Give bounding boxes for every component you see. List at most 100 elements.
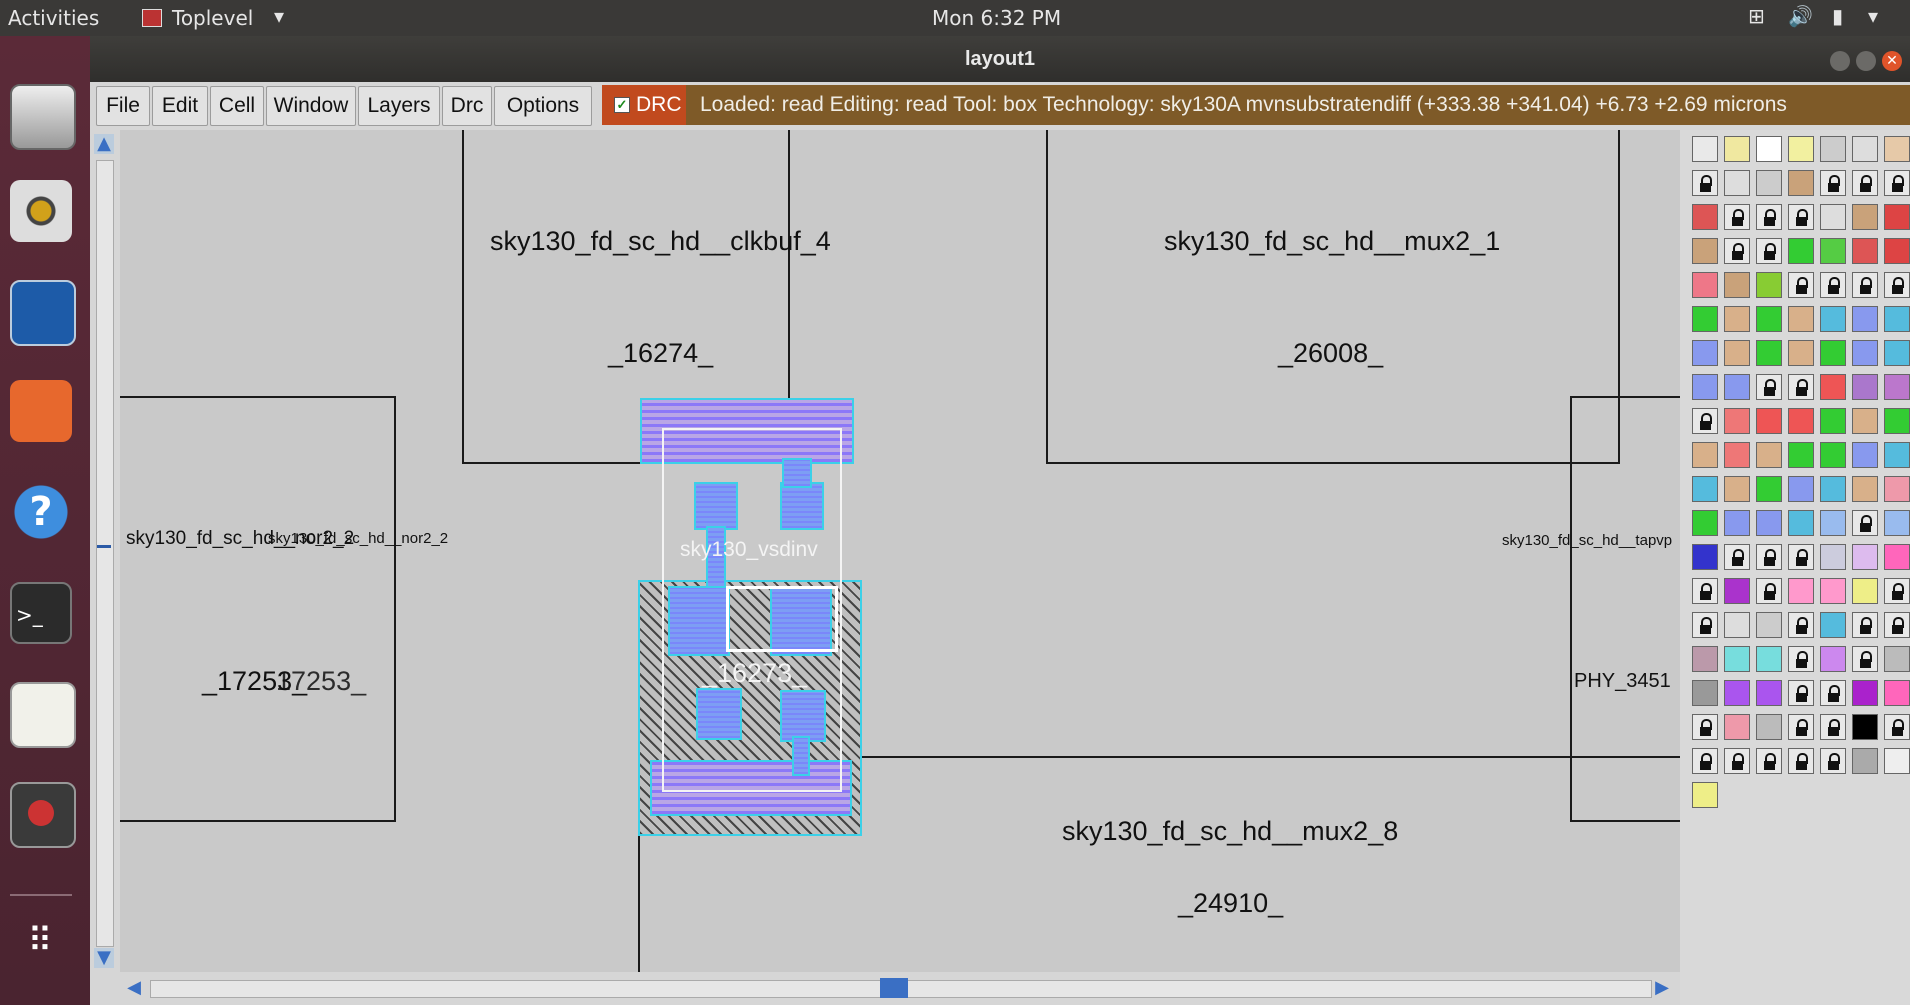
layer-tile[interactable] bbox=[1692, 136, 1718, 162]
layer-tile[interactable] bbox=[1852, 306, 1878, 332]
text-editor-icon[interactable] bbox=[10, 682, 76, 748]
layer-tile[interactable] bbox=[1820, 442, 1846, 468]
layer-lock-icon[interactable] bbox=[1724, 748, 1750, 774]
xterm-icon[interactable] bbox=[10, 782, 76, 848]
layer-tile[interactable] bbox=[1820, 646, 1846, 672]
scroll-down-icon[interactable]: ▼ bbox=[94, 948, 114, 968]
layer-tile[interactable] bbox=[1756, 170, 1782, 196]
layer-tile[interactable] bbox=[1692, 238, 1718, 264]
layer-tile[interactable] bbox=[1884, 374, 1910, 400]
close-icon[interactable]: ✕ bbox=[1882, 51, 1902, 71]
layer-tile[interactable] bbox=[1788, 442, 1814, 468]
layer-lock-icon[interactable] bbox=[1692, 612, 1718, 638]
layer-lock-icon[interactable] bbox=[1692, 408, 1718, 434]
layer-tile[interactable] bbox=[1820, 476, 1846, 502]
maximize-icon[interactable] bbox=[1856, 51, 1876, 71]
layer-lock-icon[interactable] bbox=[1756, 204, 1782, 230]
layer-lock-icon[interactable] bbox=[1788, 714, 1814, 740]
layer-tile[interactable] bbox=[1884, 544, 1910, 570]
app-menu-label[interactable]: Toplevel bbox=[172, 6, 253, 30]
layer-tile[interactable] bbox=[1788, 238, 1814, 264]
layer-lock-icon[interactable] bbox=[1724, 238, 1750, 264]
layer-tile[interactable] bbox=[1756, 136, 1782, 162]
menu-file[interactable]: File bbox=[96, 86, 150, 126]
layer-tile[interactable] bbox=[1692, 680, 1718, 706]
layer-tile[interactable] bbox=[1756, 340, 1782, 366]
layer-lock-icon[interactable] bbox=[1884, 578, 1910, 604]
layer-lock-icon[interactable] bbox=[1820, 272, 1846, 298]
layer-tile[interactable] bbox=[1724, 680, 1750, 706]
layer-tile[interactable] bbox=[1692, 272, 1718, 298]
layer-tile[interactable] bbox=[1852, 680, 1878, 706]
layer-tile[interactable] bbox=[1852, 714, 1878, 740]
layer-lock-icon[interactable] bbox=[1820, 170, 1846, 196]
drc-toggle[interactable]: ✓ DRC bbox=[602, 85, 686, 125]
menu-window[interactable]: Window bbox=[266, 86, 356, 126]
layer-tile[interactable] bbox=[1724, 578, 1750, 604]
layer-tile[interactable] bbox=[1756, 272, 1782, 298]
layer-tile[interactable] bbox=[1820, 306, 1846, 332]
layer-tile[interactable] bbox=[1756, 612, 1782, 638]
layer-tile[interactable] bbox=[1756, 408, 1782, 434]
layer-lock-icon[interactable] bbox=[1788, 612, 1814, 638]
layer-tile[interactable] bbox=[1756, 510, 1782, 536]
horizontal-scroll-thumb[interactable] bbox=[880, 978, 908, 998]
writer-icon[interactable] bbox=[10, 280, 76, 346]
layer-tile[interactable] bbox=[1820, 374, 1846, 400]
layer-tile[interactable] bbox=[1692, 204, 1718, 230]
layer-lock-icon[interactable] bbox=[1820, 714, 1846, 740]
layer-tile[interactable] bbox=[1884, 136, 1910, 162]
layer-lock-icon[interactable] bbox=[1852, 272, 1878, 298]
layer-tile[interactable] bbox=[1788, 340, 1814, 366]
layer-tile[interactable] bbox=[1788, 510, 1814, 536]
layer-tile[interactable] bbox=[1820, 204, 1846, 230]
layer-tile[interactable] bbox=[1820, 408, 1846, 434]
layer-lock-icon[interactable] bbox=[1820, 680, 1846, 706]
chevron-down-icon[interactable]: ▾ bbox=[274, 4, 284, 28]
layer-tile[interactable] bbox=[1724, 306, 1750, 332]
rhythmbox-icon[interactable] bbox=[10, 180, 72, 242]
layer-tile[interactable] bbox=[1884, 238, 1910, 264]
layer-lock-icon[interactable] bbox=[1788, 272, 1814, 298]
layer-lock-icon[interactable] bbox=[1884, 612, 1910, 638]
layer-tile[interactable] bbox=[1852, 340, 1878, 366]
layer-tile[interactable] bbox=[1788, 476, 1814, 502]
layer-tile[interactable] bbox=[1756, 646, 1782, 672]
layer-tile[interactable] bbox=[1852, 442, 1878, 468]
minimize-icon[interactable] bbox=[1830, 51, 1850, 71]
menu-layers[interactable]: Layers bbox=[358, 86, 440, 126]
layer-lock-icon[interactable] bbox=[1724, 544, 1750, 570]
layer-tile[interactable] bbox=[1724, 510, 1750, 536]
layer-tile[interactable] bbox=[1724, 408, 1750, 434]
horizontal-scrollbar[interactable]: ◀ ▶ bbox=[90, 972, 1680, 1005]
cell-nor2-2[interactable] bbox=[120, 396, 396, 822]
menu-cell[interactable]: Cell bbox=[210, 86, 264, 126]
layer-tile[interactable] bbox=[1820, 340, 1846, 366]
layer-lock-icon[interactable] bbox=[1852, 170, 1878, 196]
layer-tile[interactable] bbox=[1692, 544, 1718, 570]
layer-lock-icon[interactable] bbox=[1884, 714, 1910, 740]
files-icon[interactable] bbox=[10, 84, 76, 150]
layer-lock-icon[interactable] bbox=[1756, 238, 1782, 264]
layer-tile[interactable] bbox=[1852, 136, 1878, 162]
layer-tile[interactable] bbox=[1884, 646, 1910, 672]
system-menu-chevron-icon[interactable]: ▾ bbox=[1868, 4, 1878, 28]
volume-icon[interactable]: 🔊 bbox=[1788, 4, 1813, 28]
layer-tile[interactable] bbox=[1756, 306, 1782, 332]
menu-edit[interactable]: Edit bbox=[152, 86, 208, 126]
layer-lock-icon[interactable] bbox=[1820, 748, 1846, 774]
layer-tile[interactable] bbox=[1724, 272, 1750, 298]
layer-lock-icon[interactable] bbox=[1788, 544, 1814, 570]
layer-tile[interactable] bbox=[1692, 476, 1718, 502]
layer-lock-icon[interactable] bbox=[1852, 646, 1878, 672]
layer-tile[interactable] bbox=[1724, 170, 1750, 196]
layer-lock-icon[interactable] bbox=[1788, 646, 1814, 672]
layer-tile[interactable] bbox=[1788, 306, 1814, 332]
layer-tile[interactable] bbox=[1852, 748, 1878, 774]
layer-tile[interactable] bbox=[1756, 680, 1782, 706]
layer-lock-icon[interactable] bbox=[1756, 748, 1782, 774]
layer-tile[interactable] bbox=[1884, 748, 1910, 774]
layer-tile[interactable] bbox=[1852, 578, 1878, 604]
layer-tile[interactable] bbox=[1820, 612, 1846, 638]
layer-tile[interactable] bbox=[1884, 510, 1910, 536]
